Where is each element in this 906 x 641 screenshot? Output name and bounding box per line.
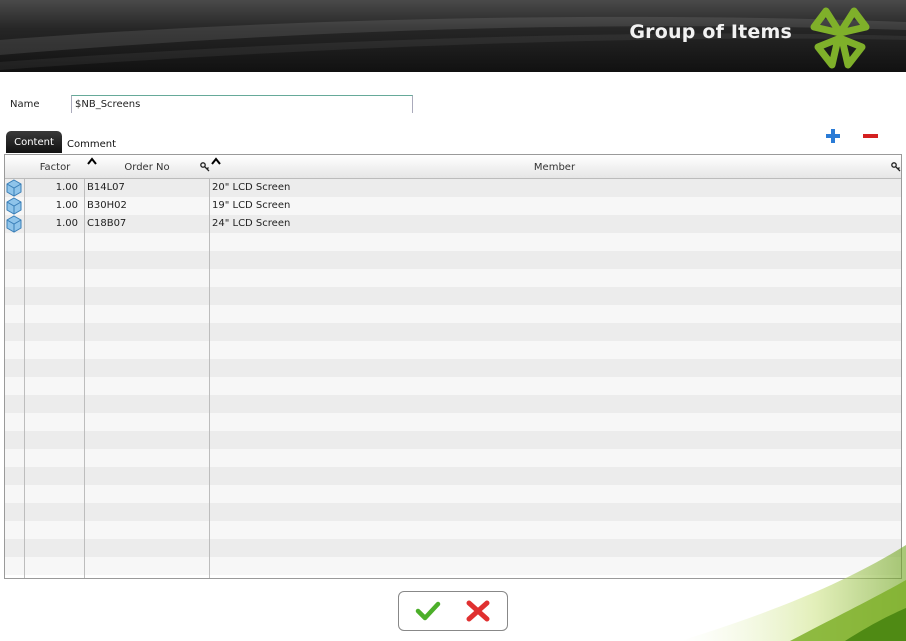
empty-row (5, 431, 901, 449)
row-icon (5, 215, 24, 233)
cell-member: 24" LCD Screen (212, 218, 291, 229)
dialog-actions (398, 591, 508, 631)
empty-row (5, 521, 901, 539)
empty-row (5, 377, 901, 395)
items-grid: Factor Order No Member 1.00 B14L07 20" L… (4, 154, 902, 579)
column-divider (84, 179, 85, 578)
empty-row (5, 467, 901, 485)
empty-row (5, 413, 901, 431)
cell-factor: 1.00 (55, 182, 78, 193)
empty-row (5, 359, 901, 377)
clover-logo-icon (810, 7, 870, 69)
empty-row (5, 251, 901, 269)
minus-icon (863, 134, 878, 138)
empty-row (5, 233, 901, 251)
cell-order-no: C18B07 (87, 218, 127, 229)
key-icon (200, 162, 210, 172)
table-row[interactable]: 1.00 B30H02 19" LCD Screen (5, 197, 901, 215)
add-row-button[interactable] (823, 126, 843, 146)
empty-row (5, 269, 901, 287)
empty-row (5, 395, 901, 413)
empty-row (5, 485, 901, 503)
empty-row (5, 341, 901, 359)
table-row[interactable]: 1.00 B14L07 20" LCD Screen (5, 179, 901, 197)
decorative-swoosh (680, 545, 906, 641)
empty-row (5, 503, 901, 521)
tab-comment[interactable]: Comment (67, 131, 127, 153)
header-bar: Group of Items (0, 0, 906, 72)
column-divider (209, 179, 210, 578)
tab-content[interactable]: Content (6, 131, 62, 153)
column-header-factor[interactable]: Factor (25, 155, 85, 178)
name-input[interactable] (71, 95, 413, 113)
cell-order-no: B30H02 (87, 200, 127, 211)
cell-member: 19" LCD Screen (212, 200, 291, 211)
table-row[interactable]: 1.00 C18B07 24" LCD Screen (5, 215, 901, 233)
page-title: Group of Items (629, 21, 792, 43)
empty-row (5, 449, 901, 467)
name-label: Name (10, 99, 40, 110)
ok-button[interactable] (415, 600, 441, 622)
cell-factor: 1.00 (55, 200, 78, 211)
cancel-button[interactable] (465, 599, 491, 623)
column-divider (24, 179, 25, 578)
cell-order-no: B14L07 (87, 182, 125, 193)
cross-icon (466, 600, 490, 622)
column-header-member[interactable]: Member (212, 155, 897, 178)
row-icon (5, 197, 24, 215)
cell-factor: 1.00 (55, 218, 78, 229)
checkmark-icon (415, 601, 441, 621)
cube-icon (6, 215, 22, 233)
empty-row (5, 287, 901, 305)
cell-member: 20" LCD Screen (212, 182, 291, 193)
grid-header: Factor Order No Member (5, 155, 901, 179)
plus-icon (826, 129, 840, 143)
empty-row (5, 323, 901, 341)
remove-row-button[interactable] (860, 126, 880, 146)
empty-row (5, 305, 901, 323)
cube-icon (6, 197, 22, 215)
column-header-order-no[interactable]: Order No (87, 155, 207, 178)
cube-icon (6, 179, 22, 197)
key-icon (891, 162, 901, 172)
row-icon (5, 179, 24, 197)
